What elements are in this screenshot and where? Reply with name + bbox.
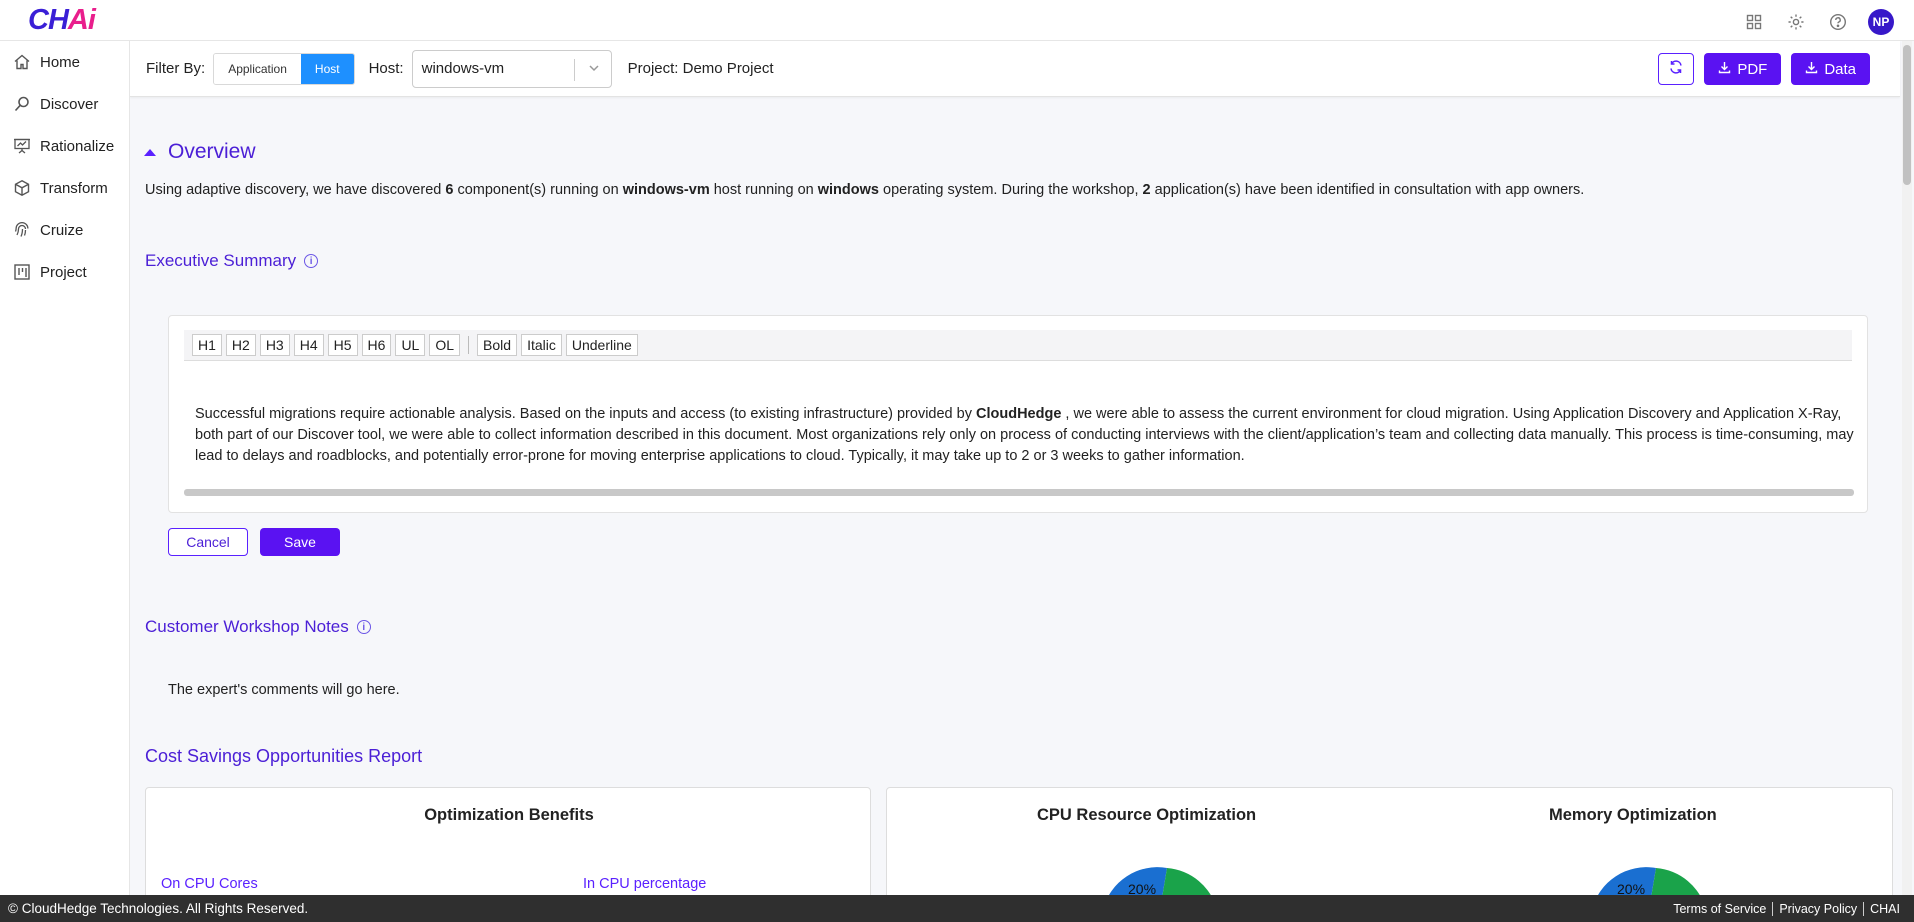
sidebar-item-label: Home	[40, 53, 81, 71]
apps-grid-icon[interactable]	[1742, 10, 1766, 34]
ul-button[interactable]: UL	[395, 334, 426, 356]
executive-summary-title: Executive Summary	[145, 251, 297, 270]
h3-button[interactable]: H3	[259, 334, 290, 356]
chai-logo[interactable]: CHAi	[28, 4, 96, 37]
cpu-cores-link[interactable]: On CPU Cores	[161, 876, 258, 892]
resource-optimization-card: CPU Resource Optimization Memory Optimiz…	[886, 787, 1893, 895]
refresh-button[interactable]	[1658, 53, 1695, 85]
filter-option-application[interactable]: Application	[214, 53, 301, 84]
download-data-button[interactable]: Data	[1791, 53, 1870, 85]
sidebar: Home Discover Rationalize Transform Crui…	[0, 41, 130, 895]
memory-slice-label: 20%	[1617, 881, 1645, 895]
sidebar-item-home[interactable]: Home	[0, 41, 129, 83]
kanban-icon	[12, 262, 32, 282]
memory-donut-chart: 20%	[1598, 867, 1700, 895]
sidebar-item-label: Cruize	[40, 221, 84, 239]
data-label: Data	[1824, 60, 1856, 78]
download-icon	[1805, 61, 1818, 78]
host-select[interactable]: windows-vm	[411, 49, 612, 88]
refresh-icon	[1668, 59, 1684, 79]
cost-savings-heading: Cost Savings Opportunities Report	[145, 746, 422, 767]
bold-button[interactable]: Bold	[477, 334, 518, 356]
privacy-link[interactable]: Privacy Policy	[1772, 901, 1863, 916]
scrollbar-thumb[interactable]	[1903, 45, 1911, 185]
ol-button[interactable]: OL	[429, 334, 461, 356]
cpu-donut-chart: 20%	[1109, 867, 1211, 895]
h5-button[interactable]: H5	[327, 334, 358, 356]
sidebar-item-discover[interactable]: Discover	[0, 83, 129, 125]
user-avatar[interactable]: NP	[1868, 9, 1894, 35]
search-icon	[12, 94, 32, 114]
info-icon[interactable]: i	[356, 620, 371, 634]
chai-link[interactable]: CHAI	[1863, 901, 1906, 916]
cpu-percentage-link[interactable]: In CPU percentage	[583, 876, 706, 892]
terms-link[interactable]: Terms of Service	[1667, 902, 1772, 916]
filter-toggle: Application Host	[213, 52, 355, 85]
host-select-value: windows-vm	[421, 60, 505, 77]
editor-horizontal-scrollbar[interactable]	[184, 489, 1854, 496]
toolbar-divider	[468, 336, 470, 354]
select-separator	[573, 58, 575, 81]
sidebar-item-cruize[interactable]: Cruize	[0, 209, 129, 251]
cpu-optimization-title: CPU Resource Optimization	[1037, 806, 1257, 824]
settings-gear-icon[interactable]	[1784, 10, 1808, 34]
page-vertical-scrollbar[interactable]	[1902, 41, 1912, 895]
info-icon[interactable]: i	[304, 254, 319, 268]
underline-button[interactable]: Underline	[565, 334, 638, 356]
h6-button[interactable]: H6	[361, 334, 392, 356]
main-content: Filter By: Application Host Host: window…	[130, 41, 1914, 895]
sidebar-item-project[interactable]: Project	[0, 251, 129, 293]
overview-toggle[interactable]: Overview	[144, 140, 256, 164]
sidebar-item-label: Transform	[40, 179, 108, 197]
optimization-benefits-card: Optimization Benefits On CPU Cores In CP…	[145, 787, 871, 895]
fingerprint-icon	[12, 220, 32, 240]
cost-savings-title: Cost Savings Opportunities Report	[145, 746, 423, 766]
workshop-notes-title: Customer Workshop Notes	[145, 617, 349, 636]
copyright-text: © CloudHedge Technologies. All Rights Re…	[8, 901, 309, 916]
sidebar-item-label: Rationalize	[40, 137, 115, 155]
h4-button[interactable]: H4	[293, 334, 324, 356]
presentation-icon	[12, 136, 32, 156]
save-button[interactable]: Save	[260, 528, 340, 556]
editor-toolbar: H1 H2 H3 H4 H5 H6 UL OL Bold Italic Unde…	[184, 330, 1852, 361]
cpu-slice-green	[1162, 868, 1211, 895]
sidebar-item-transform[interactable]: Transform	[0, 167, 129, 209]
pdf-label: PDF	[1737, 60, 1768, 78]
memory-slice-green	[1651, 868, 1700, 895]
project-label: Project: Demo Project	[627, 60, 774, 77]
optimization-benefits-title: Optimization Benefits	[424, 806, 594, 824]
help-icon[interactable]	[1826, 10, 1850, 34]
cpu-slice-label: 20%	[1128, 881, 1156, 895]
h1-button[interactable]: H1	[192, 334, 222, 356]
top-bar: CHAi NP	[0, 0, 1914, 41]
top-icons: NP	[1742, 9, 1894, 35]
footer-links: Terms of Service Privacy Policy CHAI	[1667, 895, 1906, 922]
workshop-notes-text: The expert's comments will go here.	[168, 682, 400, 698]
editor-text-area[interactable]: Successful migrations require actionable…	[195, 404, 1855, 467]
filter-option-host[interactable]: Host	[300, 53, 354, 84]
download-pdf-button[interactable]: PDF	[1704, 53, 1782, 85]
footer: © CloudHedge Technologies. All Rights Re…	[0, 895, 1914, 922]
sidebar-item-label: Project	[40, 263, 87, 281]
home-icon	[12, 52, 32, 72]
overview-text: Using adaptive discovery, we have discov…	[145, 182, 1585, 198]
caret-up-icon	[144, 148, 156, 156]
executive-summary-heading: Executive Summary i	[145, 251, 319, 271]
italic-button[interactable]: Italic	[521, 334, 562, 356]
h2-button[interactable]: H2	[225, 334, 256, 356]
cancel-button[interactable]: Cancel	[168, 528, 248, 556]
filter-by-label: Filter By:	[146, 60, 206, 77]
host-label: Host:	[368, 60, 404, 77]
cube-icon	[12, 178, 32, 198]
overview-title: Overview	[168, 140, 256, 163]
sidebar-item-rationalize[interactable]: Rationalize	[0, 125, 129, 167]
download-icon	[1718, 61, 1731, 78]
filter-actions: PDF Data	[1658, 53, 1870, 85]
chevron-down-icon[interactable]	[587, 61, 601, 79]
memory-optimization-title: Memory Optimization	[1549, 806, 1717, 824]
sidebar-item-label: Discover	[40, 95, 99, 113]
executive-summary-editor[interactable]: H1 H2 H3 H4 H5 H6 UL OL Bold Italic Unde…	[168, 315, 1868, 513]
workshop-notes-heading: Customer Workshop Notes i	[145, 617, 371, 637]
filter-bar: Filter By: Application Host Host: window…	[130, 41, 1900, 97]
